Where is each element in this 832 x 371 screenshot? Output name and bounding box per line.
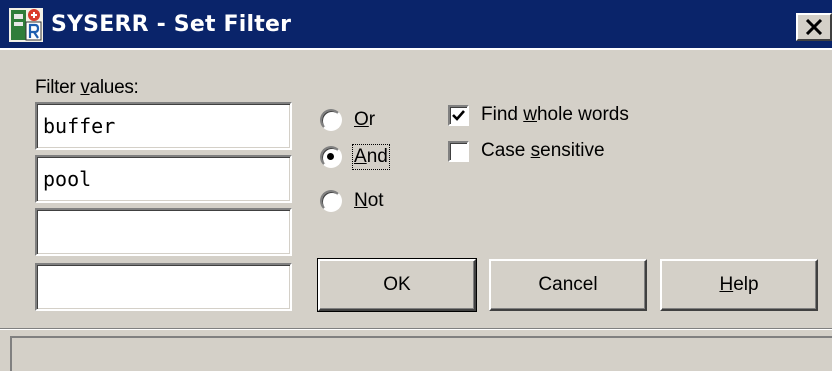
window-title: SYSERR - Set Filter (51, 12, 292, 37)
filter-value-field-3[interactable] (35, 208, 292, 256)
help-access-key: H (719, 274, 734, 295)
filter-value-field-1[interactable]: buffer (35, 102, 292, 150)
radio-and-label[interactable]: And (352, 144, 390, 170)
status-divider (0, 328, 832, 330)
radio-and-circle[interactable] (320, 146, 342, 168)
filter-label-rest: alues: (89, 77, 139, 98)
title-bar[interactable]: SYSERR - Set Filter (0, 0, 832, 50)
app-icon[interactable] (9, 8, 43, 42)
status-bar (10, 336, 832, 371)
filter-value-field-4[interactable] (35, 263, 292, 311)
case-sensitive-box[interactable] (448, 140, 469, 162)
find-whole-words-checkbox[interactable]: Find whole words (448, 100, 629, 130)
radio-selected-dot (327, 153, 334, 160)
filter-label-access-key: v (80, 77, 90, 98)
close-icon (805, 19, 823, 35)
cancel-button[interactable]: Cancel (489, 259, 647, 311)
checkmark-icon (452, 109, 465, 121)
radio-not-circle[interactable] (320, 190, 342, 212)
ok-button[interactable]: OK (317, 258, 477, 312)
case-sensitive-label[interactable]: Case sensitive (481, 140, 605, 162)
filter-label-prefix: Filter (35, 77, 81, 98)
radio-and[interactable]: And (320, 142, 390, 172)
radio-or-circle[interactable] (320, 109, 342, 131)
find-whole-words-box[interactable] (448, 104, 469, 126)
radio-or[interactable]: Or (320, 105, 375, 135)
filter-value-field-2[interactable]: pool (35, 155, 292, 203)
help-button[interactable]: Help (660, 259, 818, 311)
find-whole-words-label[interactable]: Find whole words (481, 104, 629, 126)
filter-values-label: Filter values: (35, 77, 139, 99)
close-button[interactable] (796, 13, 832, 41)
help-label-rest: elp (733, 274, 759, 295)
dialog-body: Filter values: buffer pool Or And Not Fi… (0, 50, 832, 330)
radio-or-label[interactable]: Or (354, 109, 375, 131)
radio-not[interactable]: Not (320, 186, 384, 216)
radio-not-label[interactable]: Not (354, 190, 384, 212)
case-sensitive-checkbox[interactable]: Case sensitive (448, 136, 605, 166)
